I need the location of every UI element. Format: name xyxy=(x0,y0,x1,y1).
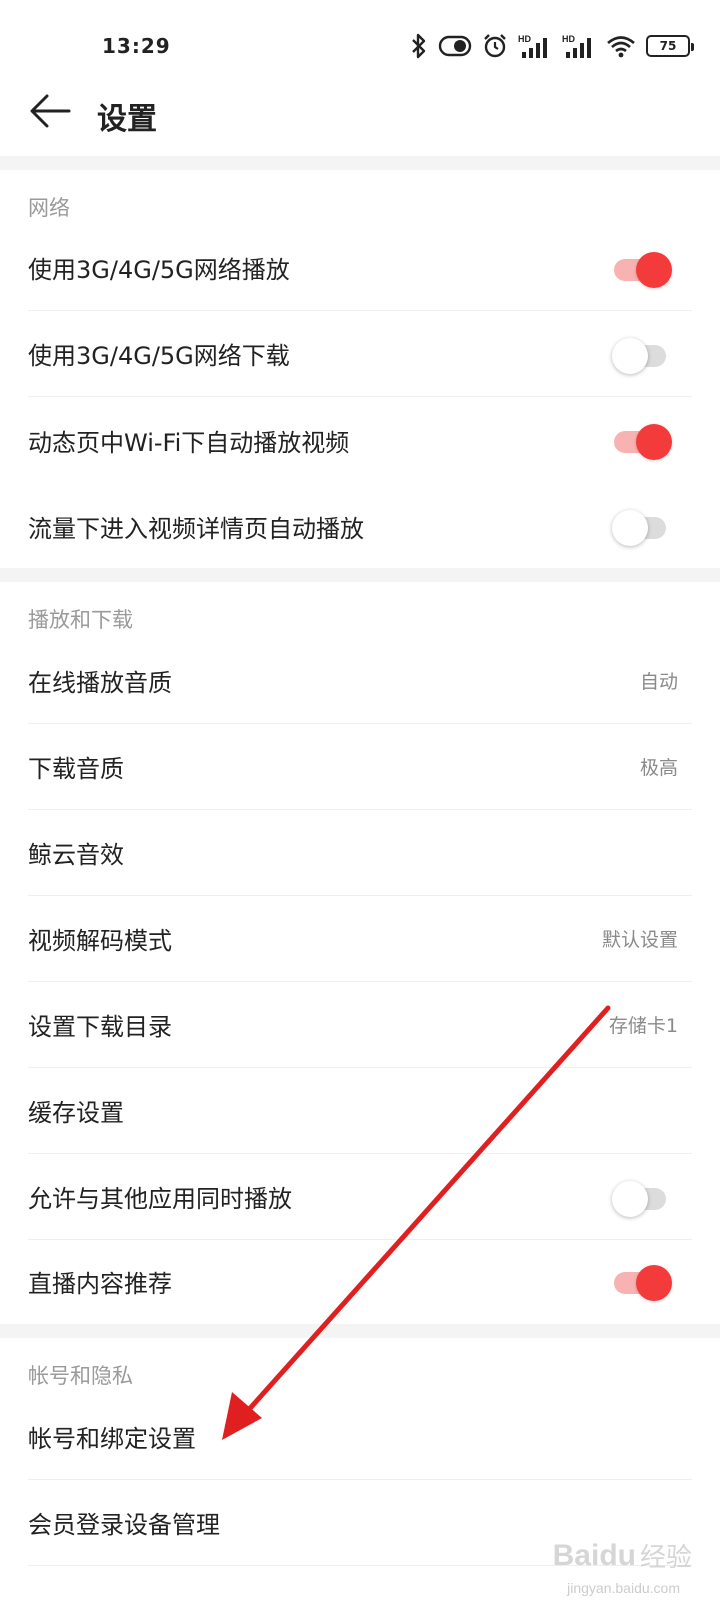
setting-label: 允许与其他应用同时播放 xyxy=(28,1185,292,1213)
signal-hd-icon: HD xyxy=(562,33,596,59)
setting-row-sound-effect[interactable]: 鲸云音效 xyxy=(28,810,692,896)
section-divider xyxy=(0,568,720,582)
setting-label: 缓存设置 xyxy=(28,1099,124,1127)
toggle-switch-on[interactable] xyxy=(612,248,672,288)
setting-row-video-decode[interactable]: 视频解码模式 默认设置 xyxy=(28,896,692,982)
toggle-switch-off[interactable] xyxy=(612,506,672,546)
setting-row-online-quality[interactable]: 在线播放音质 自动 xyxy=(28,638,692,724)
setting-label: 在线播放音质 xyxy=(28,669,172,697)
section-title-playback: 播放和下载 xyxy=(28,608,133,632)
baidu-watermark: Baidu 经验 xyxy=(553,1537,692,1574)
setting-label: 设置下载目录 xyxy=(28,1013,172,1041)
toggle-status-icon xyxy=(438,34,472,58)
setting-label: 视频解码模式 xyxy=(28,927,172,955)
setting-row-download-dir[interactable]: 设置下载目录 存储卡1 xyxy=(28,982,692,1068)
setting-row-live-recommend[interactable]: 直播内容推荐 xyxy=(28,1238,692,1324)
back-arrow-icon xyxy=(29,93,71,133)
signal-hd-icon: HD xyxy=(518,33,552,59)
wifi-icon xyxy=(606,34,636,58)
battery-level: 75 xyxy=(659,39,677,53)
setting-label: 使用3G/4G/5G网络播放 xyxy=(28,256,290,284)
status-bar: 13:29 HD HD 75 xyxy=(0,0,720,90)
section-divider xyxy=(0,1324,720,1338)
setting-label: 动态页中Wi-Fi下自动播放视频 xyxy=(28,428,350,457)
toggle-switch-on[interactable] xyxy=(612,420,672,460)
watermark-url: jingyan.baidu.com xyxy=(567,1580,680,1596)
section-network: 网络 使用3G/4G/5G网络播放 使用3G/4G/5G网络下载 动态页中Wi-… xyxy=(0,170,720,568)
setting-row-network-play[interactable]: 使用3G/4G/5G网络播放 xyxy=(28,225,692,311)
hd-label: HD xyxy=(518,34,531,44)
setting-label: 帐号和绑定设置 xyxy=(28,1425,196,1453)
battery-icon: 75 xyxy=(646,35,694,57)
setting-row-cache[interactable]: 缓存设置 xyxy=(28,1068,692,1154)
setting-row-download-quality[interactable]: 下载音质 极高 xyxy=(28,724,692,810)
setting-value: 极高 xyxy=(639,757,678,779)
section-divider xyxy=(0,156,720,170)
setting-label: 会员登录设备管理 xyxy=(28,1511,220,1539)
watermark-text: Baidu xyxy=(552,1538,636,1572)
back-button[interactable] xyxy=(24,90,76,136)
setting-row-data-autoplay[interactable]: 流量下进入视频详情页自动播放 xyxy=(28,483,692,569)
setting-label: 鲸云音效 xyxy=(28,841,124,869)
watermark-sub: 经验 xyxy=(639,1543,692,1573)
setting-row-network-download[interactable]: 使用3G/4G/5G网络下载 xyxy=(28,311,692,397)
setting-value: 存储卡1 xyxy=(608,1015,678,1037)
setting-row-wifi-autoplay[interactable]: 动态页中Wi-Fi下自动播放视频 xyxy=(28,397,692,483)
page-title: 设置 xyxy=(97,102,157,137)
setting-row-account-binding[interactable]: 帐号和绑定设置 xyxy=(28,1394,692,1480)
bluetooth-icon xyxy=(410,33,428,59)
setting-label: 下载音质 xyxy=(28,755,124,783)
setting-value: 默认设置 xyxy=(601,929,678,951)
toggle-switch-on[interactable] xyxy=(612,1261,672,1301)
section-title-account: 帐号和隐私 xyxy=(28,1364,133,1388)
setting-label: 直播内容推荐 xyxy=(28,1269,172,1298)
hd-label: HD xyxy=(562,34,575,44)
setting-row-mix-playback[interactable]: 允许与其他应用同时播放 xyxy=(28,1154,692,1240)
section-playback: 播放和下载 在线播放音质 自动 下载音质 极高 鲸云音效 视频解码模式 默认设置… xyxy=(0,582,720,1324)
setting-label: 使用3G/4G/5G网络下载 xyxy=(28,342,290,370)
status-icons: HD HD 75 xyxy=(410,30,694,62)
status-time: 13:29 xyxy=(102,34,171,58)
alarm-icon xyxy=(482,33,508,59)
toggle-switch-off[interactable] xyxy=(612,1177,672,1217)
setting-label: 流量下进入视频详情页自动播放 xyxy=(28,514,364,543)
section-title-network: 网络 xyxy=(28,196,70,220)
app-header: 设置 xyxy=(0,90,720,156)
setting-value: 自动 xyxy=(639,671,678,693)
toggle-switch-off[interactable] xyxy=(612,334,672,374)
